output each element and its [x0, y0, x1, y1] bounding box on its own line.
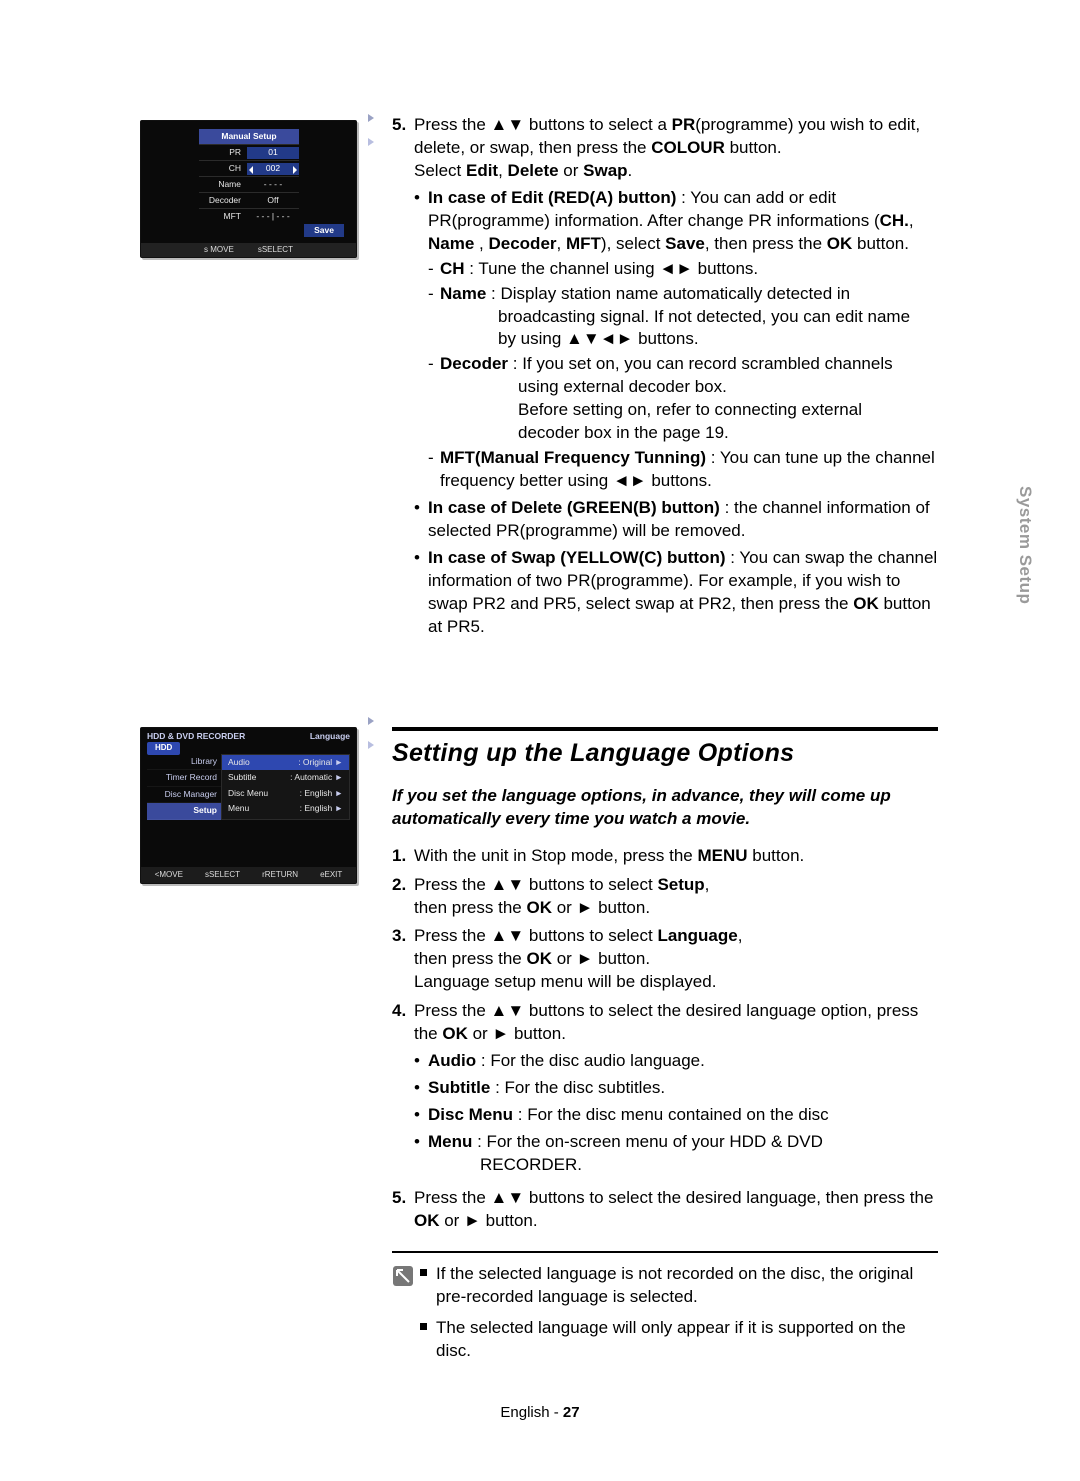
language-options: Audio: Original ► Subtitle: Automatic ► …	[221, 754, 350, 820]
section-heading: Setting up the Language Options	[392, 737, 938, 771]
section-lead: If you set the language options, in adva…	[392, 785, 938, 831]
language-footer: <MOVE sSELECT rRETURN eEXIT	[141, 867, 356, 883]
manual-setup-footer: s MOVE sSELECT	[141, 243, 356, 257]
step-number: 5.	[392, 114, 414, 643]
step5-block: 5. Press the ▲▼ buttons to select a PR(p…	[392, 114, 938, 649]
screen-title: Language	[310, 731, 350, 742]
step-text: Press the ▲▼ buttons to select a PR(prog…	[414, 114, 938, 643]
section-rule	[392, 727, 938, 731]
side-tab-label: System Setup	[1013, 486, 1036, 604]
device-label: HDD & DVD RECORDER	[147, 731, 245, 742]
delta-marker-icon	[368, 717, 382, 757]
manual-setup-save: Save	[304, 224, 344, 237]
language-menu-screenshot: HDD & DVD RECORDER Language HDD Library …	[140, 727, 355, 884]
hdd-badge: HDD	[147, 742, 180, 755]
manual-setup-title: Manual Setup	[199, 129, 299, 144]
note-item: If the selected language is not recorded…	[420, 1263, 938, 1309]
delta-marker-icon	[368, 114, 382, 154]
language-section: Setting up the Language Options If you s…	[392, 727, 938, 1370]
language-nav: Library Timer Record Disc Manager Setup	[147, 754, 221, 820]
note-icon	[392, 1263, 420, 1371]
note-item: The selected language will only appear i…	[420, 1317, 938, 1363]
note-box: If the selected language is not recorded…	[392, 1251, 938, 1371]
manual-setup-screenshot: Manual Setup PR01 CH002 Name- - - - Deco…	[140, 120, 355, 258]
page-footer: English - 27	[0, 1403, 1080, 1423]
